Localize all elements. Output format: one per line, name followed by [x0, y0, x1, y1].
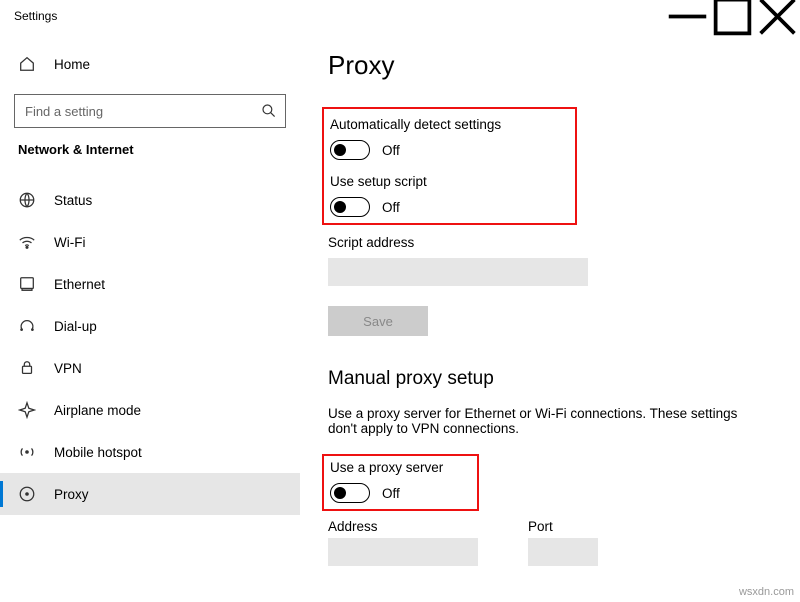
wifi-icon [18, 233, 36, 251]
airplane-icon [18, 401, 36, 419]
sidebar-item-dialup[interactable]: Dial-up [0, 305, 300, 347]
auto-detect-toggle[interactable] [330, 140, 370, 160]
script-address-label: Script address [328, 235, 770, 250]
use-proxy-label: Use a proxy server [330, 460, 443, 475]
window-title: Settings [14, 9, 57, 23]
proxy-icon [18, 485, 36, 503]
sidebar-item-hotspot[interactable]: Mobile hotspot [0, 431, 300, 473]
search-icon [261, 103, 277, 119]
watermark: wsxdn.com [739, 586, 794, 598]
hotspot-icon [18, 443, 36, 461]
script-address-input[interactable] [328, 258, 588, 286]
setup-script-state: Off [382, 200, 400, 215]
page-title: Proxy [328, 50, 770, 81]
sidebar-item-label: VPN [54, 361, 82, 376]
search-placeholder: Find a setting [25, 104, 103, 119]
minimize-button[interactable] [665, 0, 710, 32]
sidebar-item-label: Airplane mode [54, 403, 141, 418]
sidebar-item-status[interactable]: Status [0, 179, 300, 221]
title-bar: Settings [0, 0, 800, 32]
address-input[interactable] [328, 538, 478, 566]
sidebar-item-proxy[interactable]: Proxy [0, 473, 300, 515]
setup-script-toggle[interactable] [330, 197, 370, 217]
sidebar-item-label: Status [54, 193, 92, 208]
setup-script-label: Use setup script [330, 174, 501, 189]
save-button-label: Save [363, 314, 393, 329]
status-icon [18, 191, 36, 209]
main-panel: Proxy Automatically detect settings Off … [300, 32, 800, 602]
auto-detect-state: Off [382, 143, 400, 158]
port-label: Port [528, 519, 598, 534]
close-button[interactable] [755, 0, 800, 32]
auto-detect-label: Automatically detect settings [330, 117, 501, 132]
sidebar-group-title: Network & Internet [0, 142, 300, 157]
sidebar-item-vpn[interactable]: VPN [0, 347, 300, 389]
ethernet-icon [18, 275, 36, 293]
sidebar-item-airplane[interactable]: Airplane mode [0, 389, 300, 431]
maximize-button[interactable] [710, 0, 755, 32]
home-icon [18, 55, 36, 73]
sidebar-item-ethernet[interactable]: Ethernet [0, 263, 300, 305]
home-label: Home [54, 57, 90, 72]
sidebar-item-wifi[interactable]: Wi-Fi [0, 221, 300, 263]
dialup-icon [18, 317, 36, 335]
sidebar-item-label: Wi-Fi [54, 235, 85, 250]
sidebar-item-label: Dial-up [54, 319, 97, 334]
sidebar-item-label: Ethernet [54, 277, 105, 292]
vpn-icon [18, 359, 36, 377]
home-link[interactable]: Home [0, 42, 300, 86]
use-proxy-toggle[interactable] [330, 483, 370, 503]
sidebar-item-label: Mobile hotspot [54, 445, 142, 460]
highlight-auto-section: Automatically detect settings Off Use se… [322, 107, 577, 225]
use-proxy-state: Off [382, 486, 400, 501]
sidebar-item-label: Proxy [54, 487, 89, 502]
address-label: Address [328, 519, 478, 534]
save-button[interactable]: Save [328, 306, 428, 336]
port-input[interactable] [528, 538, 598, 566]
search-input[interactable]: Find a setting [14, 94, 286, 128]
manual-heading: Manual proxy setup [328, 368, 770, 390]
manual-description: Use a proxy server for Ethernet or Wi-Fi… [328, 406, 748, 436]
sidebar: Home Find a setting Network & Internet S… [0, 32, 300, 602]
highlight-manual-section: Use a proxy server Off [322, 454, 479, 511]
